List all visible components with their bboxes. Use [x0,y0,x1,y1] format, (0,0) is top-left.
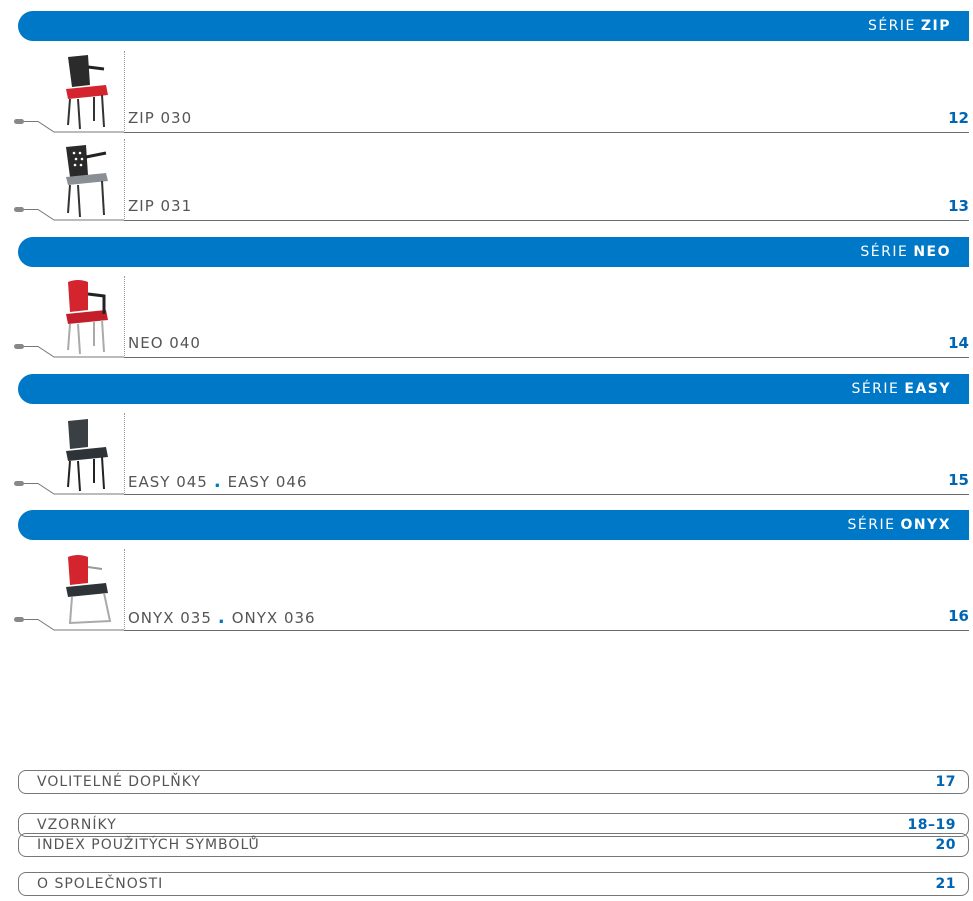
toc-entry-optional-accessories[interactable]: VOLITELNÉ DOPLŇKY 17 [18,770,969,794]
toc-entry-about-company[interactable]: O SPOLEČNOSTI 21 [18,872,969,896]
product-row-onyx[interactable]: ONYX 035 . ONYX 036 16 [0,543,973,631]
product-name-b: EASY 046 [227,472,308,491]
series-header-zip: SÉRIE ZIP [18,11,969,41]
divider-dotted [124,276,125,356]
series-header-neo: SÉRIE NEO [18,237,969,267]
product-name: EASY 045 . EASY 046 [128,471,308,492]
connector-line [14,344,124,358]
row-underline [124,357,969,358]
product-name-a: EASY 045 [128,472,208,491]
page-number: 13 [948,197,969,215]
page-number: 16 [948,607,969,625]
series-name: ONYX [900,517,951,533]
product-row-zip-030[interactable]: ZIP 030 12 [0,45,973,133]
divider-dotted [124,413,125,493]
page-number: 15 [948,471,969,489]
product-row-neo-040[interactable]: NEO 040 14 [0,270,973,358]
toc-entry-label: VZORNÍKY [37,817,117,833]
connector-line [14,481,124,495]
divider-dotted [124,139,125,219]
series-prefix: SÉRIE [851,381,900,397]
product-name: ZIP 030 [128,109,193,127]
toc-entry-page: 18–19 [907,817,956,833]
product-row-zip-031[interactable]: ZIP 031 13 [0,133,973,221]
product-name: NEO 040 [128,334,201,352]
connector-line [14,119,124,133]
toc-entry-page: 17 [935,774,956,790]
series-name: EASY [904,381,951,397]
row-underline [124,220,969,221]
product-name: ZIP 031 [128,197,193,215]
divider-dotted [124,549,125,629]
product-separator: . [217,607,226,628]
divider-dotted [124,51,125,131]
toc-entry-label: O SPOLEČNOSTI [37,876,164,892]
row-underline [124,494,969,495]
series-name: NEO [913,244,951,260]
toc-entry-label: INDEX POUŽITÝCH SYMBOLŮ [37,837,260,853]
connector-line [14,617,124,631]
product-name-a: ONYX 035 [128,608,212,627]
product-row-easy[interactable]: EASY 045 . EASY 046 15 [0,407,973,495]
series-header-easy: SÉRIE EASY [18,374,969,404]
series-name: ZIP [920,18,951,34]
page-number: 14 [948,334,969,352]
series-header-onyx: SÉRIE ONYX [18,510,969,540]
toc-entry-page: 20 [935,837,956,853]
connector-line [14,207,124,221]
page-number: 12 [948,109,969,127]
series-prefix: SÉRIE [867,18,916,34]
toc-entry-page: 21 [935,876,956,892]
row-underline [124,630,969,631]
product-name: ONYX 035 . ONYX 036 [128,607,316,628]
product-name-b: ONYX 036 [231,608,316,627]
series-prefix: SÉRIE [860,244,909,260]
product-separator: . [213,471,222,492]
toc-entry-label: VOLITELNÉ DOPLŇKY [37,774,201,790]
toc-entry-symbol-index[interactable]: INDEX POUŽITÝCH SYMBOLŮ 20 [18,833,969,857]
series-prefix: SÉRIE [847,517,896,533]
